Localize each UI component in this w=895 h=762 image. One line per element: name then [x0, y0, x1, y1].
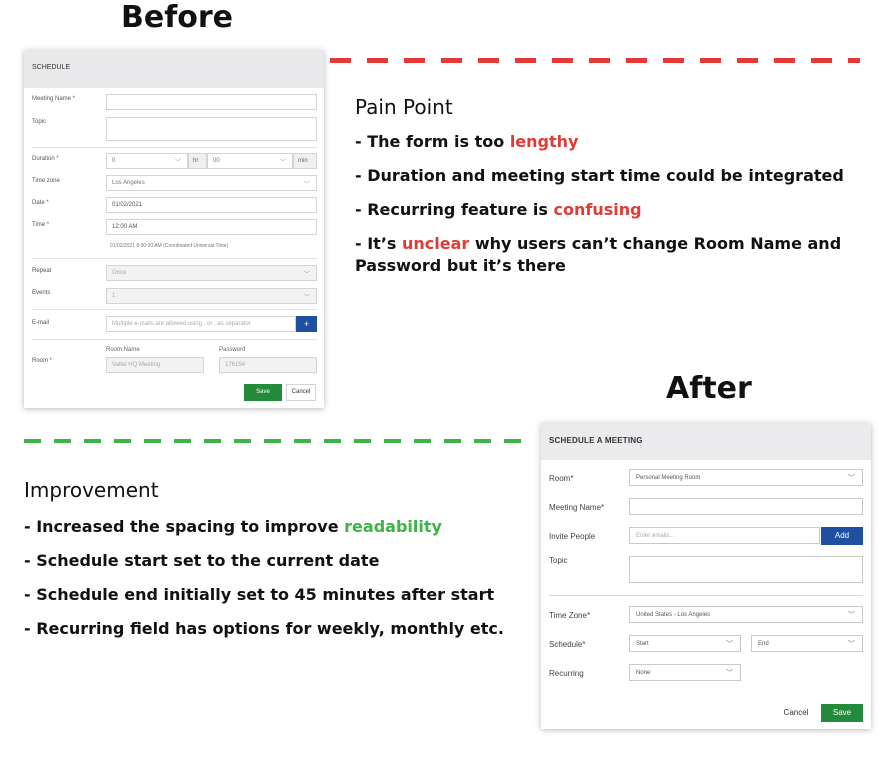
room-label: Room * [32, 358, 53, 364]
pain-point-item: - It’s unclear why users can’t change Ro… [355, 234, 842, 275]
save-button[interactable]: Save [821, 704, 863, 722]
pain-point-item: - The form is too lengthy [355, 132, 579, 151]
topic-label: Topic [549, 556, 568, 565]
pain-point-item: - Recurring feature is confusing [355, 200, 642, 219]
schedule-label: Schedule* [549, 640, 586, 649]
cancel-button[interactable]: Cancel [775, 704, 817, 722]
duration-minutes-value: 00 [213, 158, 220, 164]
time-label: Time * [32, 222, 50, 228]
before-heading: Before [121, 0, 234, 35]
password-input[interactable]: 176154 [219, 357, 317, 373]
room-label: Room* [549, 474, 574, 483]
duration-minutes-select[interactable]: 00 ﹀ [207, 153, 293, 169]
start-value: Start [636, 641, 649, 647]
topic-textarea[interactable] [629, 556, 863, 583]
recurring-value: None [636, 670, 651, 676]
after-schedule-form: SCHEDULE A MEETING Room* Personal Meetin… [541, 423, 871, 729]
invite-placeholder: Enter emails... [636, 533, 675, 539]
chevron-down-icon: ﹀ [174, 160, 181, 166]
cancel-button[interactable]: Cancel [286, 384, 316, 401]
duration-hours-select[interactable]: 0 ﹀ [106, 153, 188, 169]
pain-point-item: - Duration and meeting start time could … [355, 166, 844, 185]
timezone-select[interactable]: Los Angeles ﹀ [106, 175, 317, 191]
divider [549, 595, 863, 596]
divider [32, 258, 317, 259]
email-label: E-mail [32, 320, 50, 326]
duration-label: Duration * [32, 156, 59, 162]
date-label: Date * [32, 200, 49, 206]
chevron-down-icon: ﹀ [303, 295, 310, 301]
events-label: Events [32, 290, 51, 296]
repeat-value: Once [112, 270, 127, 276]
events-value: 1 [112, 293, 116, 299]
timezone-label: Time Zone* [549, 611, 591, 620]
schedule-end-select[interactable]: End ﹀ [751, 635, 863, 652]
chevron-down-icon: ﹀ [848, 475, 855, 482]
chevron-down-icon: ﹀ [303, 182, 310, 188]
improvement-item: - Increased the spacing to improve reada… [24, 517, 442, 536]
events-select[interactable]: 1 ﹀ [106, 288, 317, 304]
chevron-down-icon: ﹀ [303, 272, 310, 278]
save-button[interactable]: Save [244, 384, 282, 401]
invite-people-label: Invite People [549, 532, 596, 541]
timezone-select[interactable]: United States - Los Angeles ﹀ [629, 606, 863, 623]
chevron-down-icon: ﹀ [726, 670, 733, 677]
time-utc-note: 01/02/2021 8:00:00 AM (Coordinated Unive… [110, 243, 229, 249]
end-value: End [758, 641, 769, 647]
before-schedule-form: SCHEDULE Meeting Name * Topic Duration *… [24, 50, 324, 408]
improvement-section: Improvement - Increased the spacing to i… [24, 478, 544, 652]
room-name-label: Room Name [106, 347, 140, 353]
chevron-down-icon: ﹀ [848, 612, 855, 619]
improvement-item: - Schedule start set to the current date [24, 551, 380, 570]
green-dashed-divider [24, 439, 534, 443]
date-input[interactable]: 01/02/2021 [106, 197, 317, 213]
topic-textarea[interactable] [106, 117, 317, 141]
room-value: Personal Meeting Room [636, 475, 701, 481]
improvement-title: Improvement [24, 478, 159, 502]
after-form-title: SCHEDULE A MEETING [541, 423, 871, 460]
divider [32, 309, 317, 310]
schedule-start-select[interactable]: Start ﹀ [629, 635, 741, 652]
invite-emails-input[interactable]: Enter emails... [629, 527, 820, 544]
divider [32, 339, 317, 340]
pain-point-section: Pain Point - The form is too lengthy - D… [355, 95, 875, 289]
duration-hours-value: 0 [112, 158, 116, 164]
divider [32, 147, 317, 148]
meeting-name-input[interactable] [629, 498, 863, 515]
after-heading: After [666, 371, 752, 406]
time-input[interactable]: 12:00 AM [106, 219, 317, 235]
add-email-button[interactable]: + [296, 316, 317, 332]
topic-label: Topic [32, 119, 47, 125]
repeat-select[interactable]: Once ﹀ [106, 265, 317, 281]
repeat-label: Repeat [32, 268, 52, 274]
improvement-item: - Recurring field has options for weekly… [24, 619, 504, 638]
meeting-name-input[interactable] [106, 94, 317, 110]
email-input[interactable]: Multiple e-mails are allowed using , or … [106, 316, 296, 332]
meeting-name-label: Meeting Name* [549, 503, 605, 512]
chevron-down-icon: ﹀ [279, 160, 286, 166]
timezone-value: Los Angeles [112, 180, 145, 186]
add-invite-button[interactable]: Add [821, 527, 863, 545]
min-unit: min [293, 153, 317, 169]
password-label: Password [219, 347, 246, 353]
improvement-item: - Schedule end initially set to 45 minut… [24, 585, 495, 604]
room-name-input[interactable]: Valtel HQ Meeting [106, 357, 204, 373]
meeting-name-label: Meeting Name * [32, 96, 76, 102]
recurring-label: Recurring [549, 669, 584, 678]
timezone-value: United States - Los Angeles [636, 612, 711, 618]
hr-unit: hr [188, 153, 207, 169]
chevron-down-icon: ﹀ [726, 641, 733, 648]
recurring-select[interactable]: None ﹀ [629, 664, 741, 681]
red-dashed-divider [330, 58, 860, 63]
before-form-title: SCHEDULE [24, 50, 324, 88]
pain-point-title: Pain Point [355, 95, 453, 119]
chevron-down-icon: ﹀ [848, 641, 855, 648]
room-select[interactable]: Personal Meeting Room ﹀ [629, 469, 863, 486]
timezone-label: Time zone [32, 178, 60, 184]
